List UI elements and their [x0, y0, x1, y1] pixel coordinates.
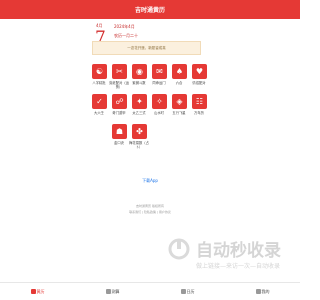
feature-label: 五行飞星 [172, 111, 186, 115]
tab-fortune[interactable]: 测算 [75, 283, 150, 300]
feature-icon: ☍ [112, 94, 127, 109]
feature-label: 奇门遁甲 [112, 111, 126, 115]
watermark-title: 自动秒收录 [196, 241, 281, 261]
tab-calendar[interactable]: 日历 [150, 283, 225, 300]
feature-icon: ☯ [92, 64, 107, 79]
feature-label: 万年历 [194, 111, 204, 115]
grid-item[interactable]: ✤ 梅花易数（占卜） [129, 124, 149, 154]
feature-label: 金口诀 [114, 141, 124, 145]
feature-icon: ✓ [92, 94, 107, 109]
feature-icon: ✉ [152, 64, 167, 79]
grid-item[interactable]: ✓ 大六壬 [90, 94, 108, 124]
feature-label: 太乙三式 [132, 111, 146, 115]
feature-label: 情侣配对 [192, 81, 206, 85]
feature-label: 梅花易数（占卜） [129, 141, 149, 149]
date-line2: 农历一月二十 [114, 33, 138, 38]
notice-text: 一念花开莲，新愿皆成真 [127, 45, 166, 50]
watermark-logo-icon [168, 238, 190, 260]
footer-links: 联系我们 | 隐私政策 | 用户协议 [129, 210, 171, 214]
tab-label: 我的 [261, 288, 270, 294]
feature-icon: ◉ [132, 64, 147, 79]
feature-label: 紫微斗数 [132, 81, 146, 85]
feature-icon: ✤ [132, 124, 147, 139]
compass-icon [105, 289, 111, 294]
feature-label: 剪纸配对（运势） [109, 81, 129, 89]
tab-label: 测算 [111, 288, 120, 294]
date-line1: 2024年4月 [114, 24, 135, 29]
grid-item[interactable]: ◉ 紫微斗数 [130, 64, 148, 94]
download-link[interactable]: 下载App [0, 178, 300, 184]
feature-icon: ◈ [172, 94, 187, 109]
grid-item[interactable]: ✧ 山水时 [150, 94, 168, 124]
tab-label: 黄历 [36, 288, 45, 294]
grid-item[interactable]: ✂ 剪纸配对（运势） [109, 64, 129, 94]
bottom-tab-bar: 黄历 测算 日历 我的 [0, 282, 300, 300]
footer-copyright: 吉时通黄历 版权所有 [136, 204, 164, 208]
user-icon [255, 289, 261, 294]
feature-label: 六合 [175, 81, 183, 85]
grid-item[interactable]: ✉ 同命运门 [150, 64, 168, 94]
watermark-subtitle: 做上链接—来访一次—自动收录 [196, 263, 281, 270]
feature-icon: ☗ [112, 124, 127, 139]
grid-item[interactable]: ✦ 太乙三式 [130, 94, 148, 124]
app-title: 吉时通黄历 [134, 7, 165, 14]
grid-item[interactable]: ♠ 六合 [170, 64, 188, 94]
date-icon [180, 289, 186, 294]
grid-item[interactable]: ◈ 五行飞星 [170, 94, 188, 124]
feature-icon: ♠ [172, 64, 187, 79]
tab-profile[interactable]: 我的 [225, 283, 300, 300]
feature-label: 大六壬 [94, 111, 104, 115]
watermark: 自动秒收录 做上链接—来访一次—自动收录 [168, 236, 288, 276]
calendar-icon [30, 289, 36, 294]
grid-item[interactable]: ☷ 万年历 [190, 94, 208, 124]
feature-icon: ☷ [192, 94, 207, 109]
grid-item[interactable]: ☗ 金口诀 [110, 124, 128, 154]
app-header: 吉时通黄历 [0, 0, 300, 19]
feature-icon: ✧ [152, 94, 167, 109]
feature-label: 山水时 [154, 111, 164, 115]
tab-almanac[interactable]: 黄历 [0, 283, 75, 300]
feature-label: 八字精批 [92, 81, 106, 85]
feature-icon: ✦ [132, 94, 147, 109]
grid-item[interactable]: ♥ 情侣配对 [190, 64, 208, 94]
tab-label: 日历 [186, 288, 195, 294]
grid-item[interactable]: ☯ 八字精批 [90, 64, 108, 94]
grid-item[interactable]: ☍ 奇门遁甲 [110, 94, 128, 124]
notice-banner: 一念花开莲，新愿皆成真 [92, 41, 201, 55]
feature-icon: ✂ [112, 64, 127, 79]
feature-label: 同命运门 [152, 81, 166, 85]
feature-icon: ♥ [192, 64, 207, 79]
